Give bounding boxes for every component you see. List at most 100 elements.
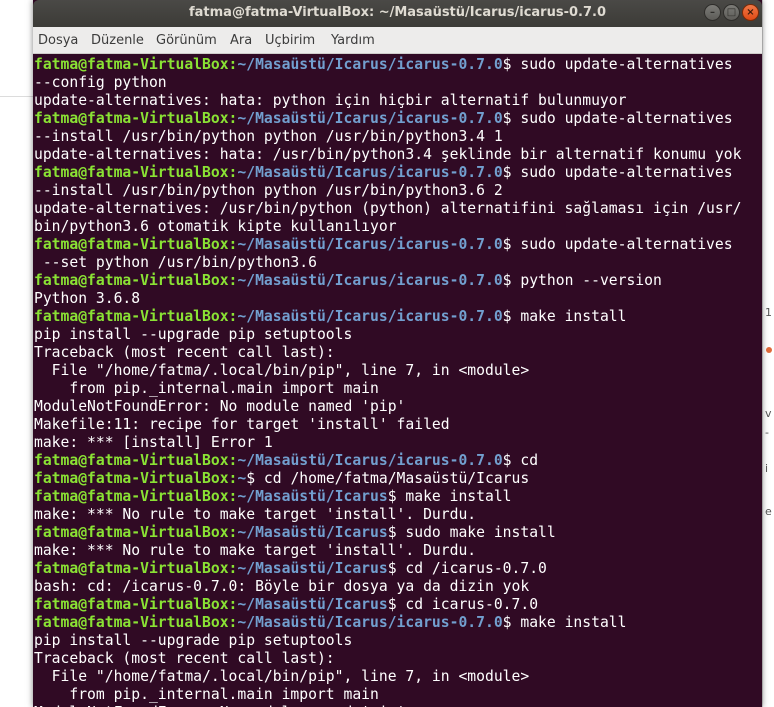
output-line: pip install --upgrade pip setuptools bbox=[34, 632, 353, 649]
menu-gorunum[interactable]: Görünüm bbox=[156, 33, 217, 48]
command-text: sudo update-alternatives bbox=[511, 236, 733, 253]
prompt-path: ~/Masaüstü/Icarus bbox=[237, 524, 388, 541]
prompt-line: fatma@fatma-VirtualBox:~$ cd /home/fatma… bbox=[34, 470, 529, 488]
menu-yardim[interactable]: Yardım bbox=[331, 33, 375, 48]
output-line: make: *** No rule to make target 'instal… bbox=[34, 506, 477, 523]
menu-bar: Dosya Düzenle Görünüm Ara Uçbirim Yardım bbox=[33, 27, 762, 54]
background-window-left bbox=[0, 0, 33, 707]
prompt-dollar: $ bbox=[502, 164, 512, 181]
prompt-user-host: fatma@fatma-VirtualBox bbox=[34, 614, 229, 631]
prompt-path: ~/Masaüstü/Icarus/icarus-0.7.0 bbox=[237, 614, 503, 631]
prompt-dollar: $ bbox=[502, 272, 512, 289]
prompt-line: fatma@fatma-VirtualBox:~/Masaüstü/Icarus… bbox=[34, 560, 547, 578]
menu-dosya[interactable]: Dosya bbox=[38, 33, 78, 48]
background-text: v bbox=[765, 407, 772, 420]
output-line: update-alternatives: hata: /usr/bin/pyth… bbox=[34, 146, 742, 163]
command-text: sudo update-alternatives bbox=[511, 164, 733, 181]
output-line: ModuleNotFoundError: No module named 'pi… bbox=[34, 398, 406, 415]
prompt-user-host: fatma@fatma-VirtualBox bbox=[34, 524, 229, 541]
prompt-line: fatma@fatma-VirtualBox:~/Masaüstü/Icarus… bbox=[34, 452, 538, 470]
background-dot-icon bbox=[766, 347, 772, 353]
prompt-dollar: $ bbox=[387, 596, 397, 613]
output-line: --install /usr/bin/python python /usr/bi… bbox=[34, 128, 503, 145]
prompt-user-host: fatma@fatma-VirtualBox bbox=[34, 164, 229, 181]
command-text: cd bbox=[511, 452, 539, 469]
output-line: bin/python3.6 otomatik kipte kullanılıyo… bbox=[34, 218, 397, 235]
prompt-line: fatma@fatma-VirtualBox:~/Masaüstü/Icarus… bbox=[34, 524, 556, 542]
prompt-dollar: $ bbox=[502, 236, 512, 253]
prompt-path: ~/Masaüstü/Icarus/icarus-0.7.0 bbox=[237, 452, 503, 469]
command-text: sudo update-alternatives bbox=[511, 110, 733, 127]
command-text: cd /icarus-0.7.0 bbox=[396, 560, 547, 577]
maximize-icon[interactable]: □ bbox=[723, 4, 740, 21]
prompt-user-host: fatma@fatma-VirtualBox bbox=[34, 596, 229, 613]
minimize-icon[interactable]: – bbox=[704, 4, 721, 21]
output-line: bash: cd: /icarus-0.7.0: Böyle bir dosya… bbox=[34, 578, 530, 595]
command-text: python --version bbox=[511, 272, 662, 289]
output-line: update-alternatives: /usr/bin/python (py… bbox=[34, 200, 742, 217]
output-line: --install /usr/bin/python python /usr/bi… bbox=[34, 182, 503, 199]
command-text: make install bbox=[511, 308, 627, 325]
output-line: from pip._internal.main import main bbox=[34, 380, 379, 397]
prompt-path: ~/Masaüstü/Icarus bbox=[237, 596, 388, 613]
prompt-path: ~/Masaüstü/Icarus bbox=[237, 560, 388, 577]
title-bar[interactable]: fatma@fatma-VirtualBox: ~/Masaüstü/Icaru… bbox=[33, 0, 762, 27]
prompt-dollar: $ bbox=[387, 560, 397, 577]
background-divider bbox=[0, 96, 33, 97]
prompt-user-host: fatma@fatma-VirtualBox bbox=[34, 470, 229, 487]
menu-duzenle[interactable]: Düzenle bbox=[91, 33, 144, 48]
prompt-user-host: fatma@fatma-VirtualBox bbox=[34, 488, 229, 505]
background-text: e bbox=[765, 505, 772, 518]
background-text: - bbox=[765, 426, 769, 439]
command-text: cd icarus-0.7.0 bbox=[396, 596, 539, 613]
prompt-user-host: fatma@fatma-VirtualBox bbox=[34, 110, 229, 127]
output-line: --set python /usr/bin/python3.6 bbox=[34, 254, 317, 271]
prompt-line: fatma@fatma-VirtualBox:~/Masaüstü/Icarus… bbox=[34, 308, 626, 326]
command-text: sudo make install bbox=[396, 524, 556, 541]
prompt-line: fatma@fatma-VirtualBox:~/Masaüstü/Icarus… bbox=[34, 614, 626, 632]
prompt-path: ~ bbox=[237, 470, 247, 487]
background-text: i bbox=[765, 462, 769, 475]
close-icon[interactable]: × bbox=[742, 4, 759, 21]
prompt-line: fatma@fatma-VirtualBox:~/Masaüstü/Icarus… bbox=[34, 110, 733, 128]
prompt-line: fatma@fatma-VirtualBox:~/Masaüstü/Icarus… bbox=[34, 236, 733, 254]
prompt-path: ~/Masaüstü/Icarus/icarus-0.7.0 bbox=[237, 272, 503, 289]
prompt-user-host: fatma@fatma-VirtualBox bbox=[34, 560, 229, 577]
output-line: --config python bbox=[34, 74, 167, 91]
output-line: File "/home/fatma/.local/bin/pip", line … bbox=[34, 668, 530, 685]
output-line: File "/home/fatma/.local/bin/pip", line … bbox=[34, 362, 530, 379]
command-text: sudo update-alternatives bbox=[511, 56, 733, 73]
output-line: Traceback (most recent call last): bbox=[34, 650, 335, 667]
window-title: fatma@fatma-VirtualBox: ~/Masaüstü/Icaru… bbox=[188, 5, 606, 20]
prompt-path: ~/Masaüstü/Icarus/icarus-0.7.0 bbox=[237, 308, 503, 325]
terminal-window[interactable]: fatma@fatma-VirtualBox: ~/Masaüstü/Icaru… bbox=[33, 0, 762, 707]
prompt-path: ~/Masaüstü/Icarus/icarus-0.7.0 bbox=[237, 164, 503, 181]
prompt-dollar: $ bbox=[502, 110, 512, 127]
prompt-path: ~/Masaüstü/Icarus/icarus-0.7.0 bbox=[237, 236, 503, 253]
prompt-dollar: $ bbox=[502, 614, 512, 631]
menu-ucbirim[interactable]: Uçbirim bbox=[265, 33, 315, 48]
output-line: from pip._internal.main import main bbox=[34, 686, 379, 703]
prompt-path: ~/Masaüstü/Icarus bbox=[237, 488, 388, 505]
prompt-line: fatma@fatma-VirtualBox:~/Masaüstü/Icarus… bbox=[34, 488, 512, 506]
prompt-dollar: $ bbox=[502, 308, 512, 325]
prompt-dollar: $ bbox=[502, 56, 512, 73]
output-line: pip install --upgrade pip setuptools bbox=[34, 326, 353, 343]
command-text: make install bbox=[511, 614, 627, 631]
menu-ara[interactable]: Ara bbox=[230, 33, 252, 48]
prompt-dollar: $ bbox=[502, 452, 512, 469]
output-line: Traceback (most recent call last): bbox=[34, 344, 335, 361]
prompt-user-host: fatma@fatma-VirtualBox bbox=[34, 308, 229, 325]
background-text: 1 bbox=[765, 306, 772, 319]
prompt-dollar: $ bbox=[387, 524, 397, 541]
output-line: Makefile:11: recipe for target 'install'… bbox=[34, 416, 450, 433]
prompt-dollar: $ bbox=[387, 488, 397, 505]
command-text: make install bbox=[396, 488, 512, 505]
terminal-output[interactable]: fatma@fatma-VirtualBox:~/Masaüstü/Icarus… bbox=[33, 54, 762, 707]
prompt-user-host: fatma@fatma-VirtualBox bbox=[34, 236, 229, 253]
output-line: make: *** [install] Error 1 bbox=[34, 434, 273, 451]
prompt-line: fatma@fatma-VirtualBox:~/Masaüstü/Icarus… bbox=[34, 164, 733, 182]
prompt-dollar: $ bbox=[246, 470, 256, 487]
prompt-user-host: fatma@fatma-VirtualBox bbox=[34, 272, 229, 289]
output-line: make: *** No rule to make target 'instal… bbox=[34, 542, 477, 559]
